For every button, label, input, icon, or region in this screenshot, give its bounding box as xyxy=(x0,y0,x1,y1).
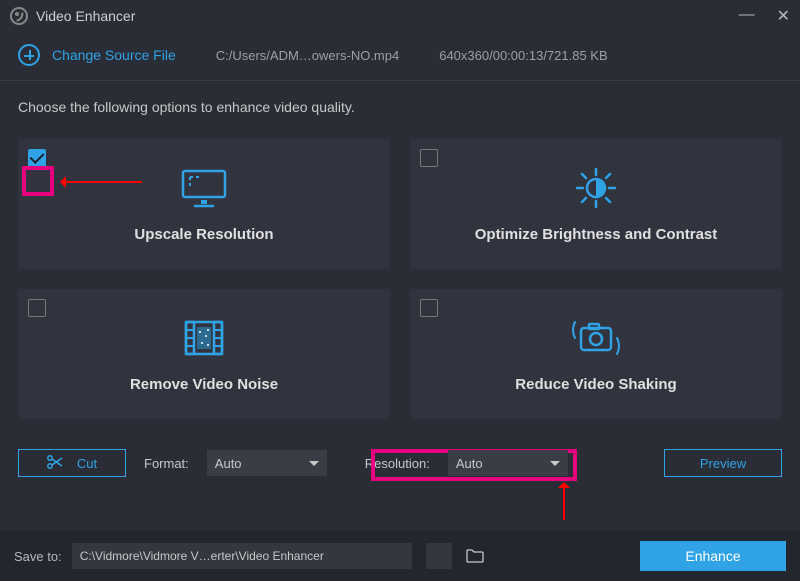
controls-row: Cut Format: Auto Resolution: Auto Previe… xyxy=(0,419,800,477)
card-optimize-brightness[interactable]: Optimize Brightness and Contrast xyxy=(410,139,782,269)
change-source-button[interactable]: Change Source File xyxy=(18,44,176,66)
card-remove-noise[interactable]: Remove Video Noise xyxy=(18,289,390,419)
enhance-button[interactable]: Enhance xyxy=(640,541,786,571)
preview-button[interactable]: Preview xyxy=(664,449,782,477)
folder-icon xyxy=(466,549,484,563)
preview-label: Preview xyxy=(700,456,746,471)
card-reduce-shaking[interactable]: Reduce Video Shaking xyxy=(410,289,782,419)
close-button[interactable]: ✕ xyxy=(777,6,790,26)
title-bar: Video Enhancer — ✕ xyxy=(0,0,800,32)
format-label: Format: xyxy=(144,456,189,471)
source-meta: 640x360/00:00:13/721.85 KB xyxy=(439,48,607,63)
camera-icon xyxy=(569,316,623,360)
annotation-arrow-to-resolution xyxy=(563,484,565,520)
save-to-label: Save to: xyxy=(14,549,62,564)
checkbox-upscale[interactable] xyxy=(28,149,46,167)
resolution-label: Resolution: xyxy=(365,456,430,471)
plus-circle-icon xyxy=(18,44,40,66)
chevron-down-icon xyxy=(550,461,560,466)
minimize-button[interactable]: — xyxy=(739,6,755,26)
main-area: Choose the following options to enhance … xyxy=(0,81,800,419)
card-title: Remove Video Noise xyxy=(130,376,278,393)
save-path-value: C:\Vidmore\Vidmore V…erter\Video Enhance… xyxy=(80,549,324,563)
save-path-dropdown[interactable] xyxy=(426,543,452,569)
card-title: Optimize Brightness and Contrast xyxy=(475,226,718,243)
chevron-down-icon xyxy=(309,461,319,466)
checkbox-noise[interactable] xyxy=(28,299,46,317)
film-icon xyxy=(180,316,228,360)
format-select[interactable]: Auto xyxy=(207,450,327,476)
window-controls: — ✕ xyxy=(739,6,790,26)
save-path-input[interactable]: C:\Vidmore\Vidmore V…erter\Video Enhance… xyxy=(72,543,412,569)
source-path: C:/Users/ADM…owers-NO.mp4 xyxy=(216,48,399,63)
change-source-label: Change Source File xyxy=(52,47,176,63)
intro-text: Choose the following options to enhance … xyxy=(18,99,782,115)
resolution-select[interactable]: Auto xyxy=(448,450,568,476)
source-bar: Change Source File C:/Users/ADM…owers-NO… xyxy=(0,32,800,81)
cut-label: Cut xyxy=(77,456,97,471)
cut-button[interactable]: Cut xyxy=(18,449,126,477)
format-value: Auto xyxy=(215,456,242,471)
resolution-value: Auto xyxy=(456,456,483,471)
monitor-icon xyxy=(180,166,228,210)
card-title: Upscale Resolution xyxy=(134,226,273,243)
checkbox-brightness[interactable] xyxy=(420,149,438,167)
open-folder-button[interactable] xyxy=(462,543,488,569)
checkbox-shaking[interactable] xyxy=(420,299,438,317)
sun-icon xyxy=(572,166,620,210)
scissors-icon xyxy=(47,455,63,472)
card-upscale-resolution[interactable]: Upscale Resolution xyxy=(18,139,390,269)
card-title: Reduce Video Shaking xyxy=(515,376,676,393)
enhancement-cards: Upscale Resolution xyxy=(18,139,782,419)
footer-bar: Save to: C:\Vidmore\Vidmore V…erter\Vide… xyxy=(0,531,800,581)
window-title: Video Enhancer xyxy=(36,8,135,24)
app-icon xyxy=(10,7,28,25)
enhance-label: Enhance xyxy=(685,548,740,564)
